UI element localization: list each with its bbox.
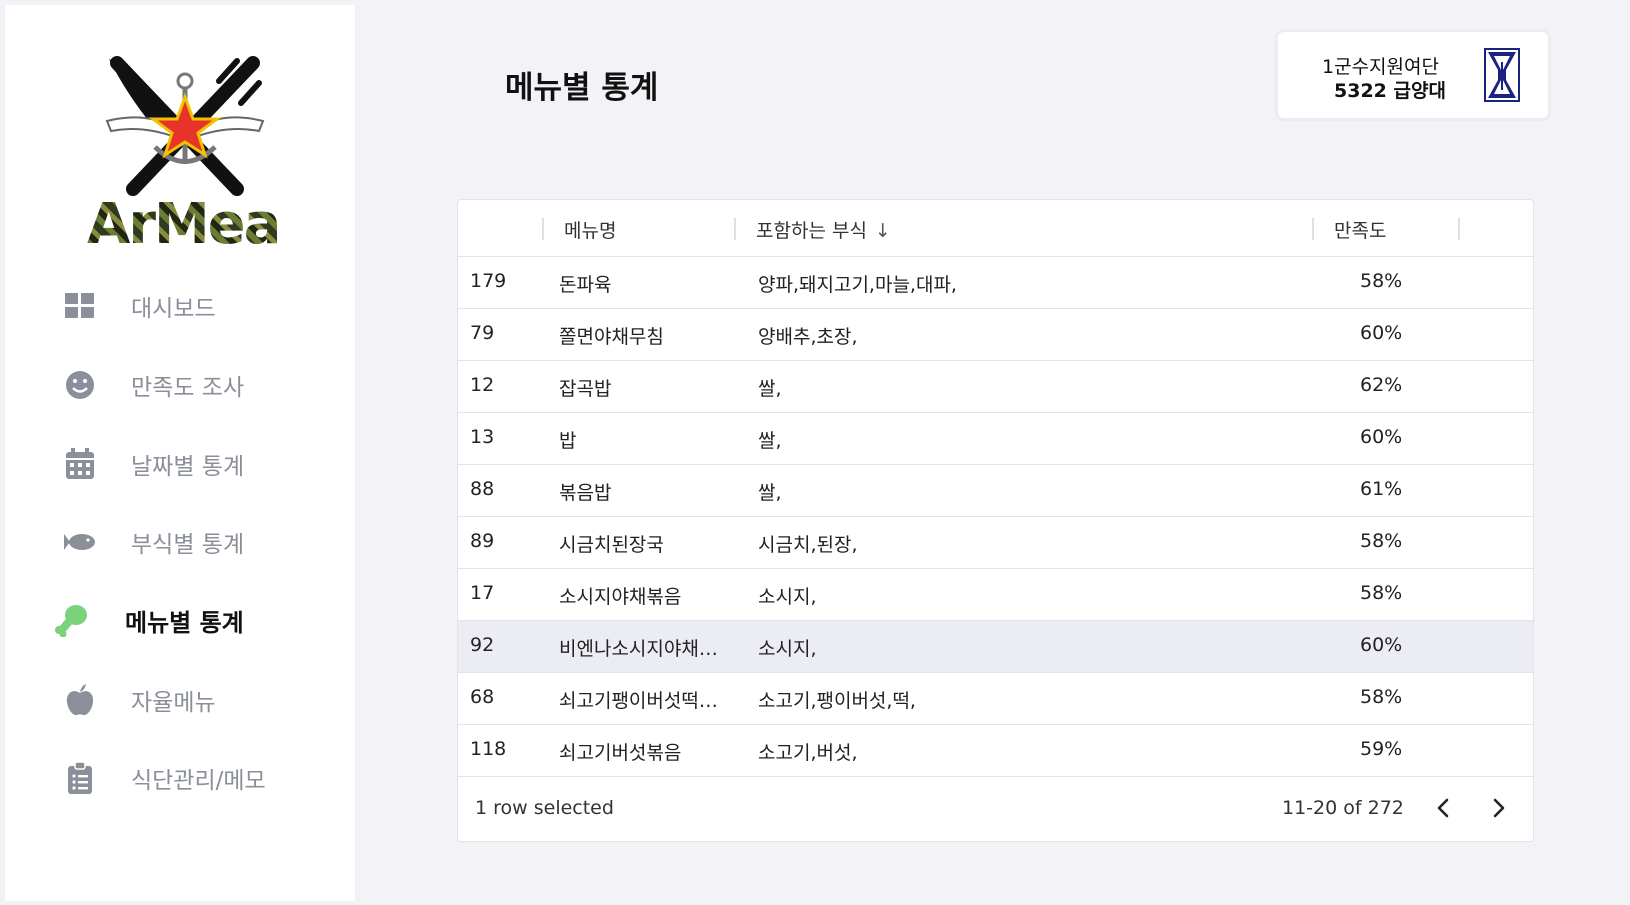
sidebar: ArMeal 대시보드 만족도 조사 날짜별 통계 부식별 통계 메뉴별 통계 — [5, 5, 355, 901]
sidebar-item-label: 식단관리/메모 — [131, 768, 266, 794]
sidebar-item-label: 메뉴별 통계 — [125, 608, 244, 637]
cell-menu-name: 시금치된장국 — [559, 534, 664, 556]
cell-satisfaction: 62% — [1360, 374, 1403, 396]
cell-menu-name: 쇠고기팽이버섯떡… — [559, 690, 718, 712]
cell-satisfaction: 60% — [1360, 426, 1403, 448]
fish-icon — [62, 524, 98, 560]
cell-ingredients: 소시지, — [758, 586, 817, 608]
cell-satisfaction: 58% — [1360, 530, 1403, 552]
table-footer: 1 row selected 11-20 of 272 — [458, 775, 1533, 841]
table-row[interactable]: 89 시금치된장국 시금치,된장, 58% — [458, 517, 1533, 569]
cell-menu-name: 쇠고기버섯볶음 — [559, 742, 682, 764]
cell-satisfaction: 61% — [1360, 478, 1403, 500]
apple-icon — [62, 682, 98, 718]
cell-menu-name: 쫄면야채무침 — [559, 326, 664, 348]
table-row[interactable]: 179 돈파육 양파,돼지고기,마늘,대파, 58% — [458, 257, 1533, 309]
cell-ingredients: 소고기,버섯, — [758, 742, 858, 764]
cell-ingredients: 쌀, — [758, 482, 782, 504]
sidebar-item-date-stats[interactable]: 날짜별 통계 — [5, 439, 355, 489]
cell-menu-name: 돈파육 — [559, 274, 612, 296]
arrow-down-icon[interactable]: ↓ — [875, 220, 891, 242]
selection-count: 1 row selected — [475, 797, 614, 819]
logo-text: ArMeal — [87, 192, 299, 257]
table-row[interactable]: 12 잡곡밥 쌀, 62% — [458, 361, 1533, 413]
sidebar-item-label: 만족도 조사 — [131, 375, 245, 401]
cell-id: 12 — [470, 374, 495, 396]
unit-name: 1군수지원여단 — [1322, 56, 1439, 78]
sidebar-item-free-menu[interactable]: 자율메뉴 — [5, 675, 355, 725]
cell-satisfaction: 60% — [1360, 322, 1403, 344]
chevron-left-icon — [1437, 798, 1449, 818]
drumstick-icon — [53, 602, 89, 638]
sidebar-item-label: 자율메뉴 — [131, 690, 216, 716]
cell-id: 89 — [470, 530, 495, 552]
column-header-label: 포함하는 부식 — [756, 220, 867, 242]
sidebar-item-dashboard[interactable]: 대시보드 — [5, 281, 355, 331]
next-page-button[interactable] — [1484, 793, 1514, 823]
sidebar-item-label: 부식별 통계 — [131, 532, 245, 558]
cell-menu-name: 밥 — [559, 430, 577, 452]
cell-satisfaction: 58% — [1360, 270, 1403, 292]
cell-id: 79 — [470, 322, 495, 344]
table-body: 179 돈파육 양파,돼지고기,마늘,대파, 58% 79 쫄면야채무침 양배추… — [458, 257, 1533, 777]
cell-menu-name: 소시지야채볶음 — [559, 586, 682, 608]
table-row[interactable]: 13 밥 쌀, 60% — [458, 413, 1533, 465]
column-separator[interactable] — [1458, 218, 1460, 240]
cell-menu-name: 비엔나소시지야채… — [559, 638, 718, 660]
chevron-right-icon — [1493, 798, 1505, 818]
column-header-menu-name[interactable]: 메뉴명 — [564, 216, 616, 243]
table-header: 메뉴명 포함하는 부식 ↓ 만족도 — [458, 200, 1533, 257]
unit-card: 1군수지원여단 5322 급양대 — [1278, 32, 1548, 118]
cell-id: 92 — [470, 634, 495, 656]
smile-icon — [62, 367, 98, 403]
sidebar-item-diet-memo[interactable]: 식단관리/메모 — [5, 753, 355, 803]
table-row-selected[interactable]: 92 비엔나소시지야채… 소시지, 60% — [458, 621, 1533, 673]
cell-ingredients: 쌀, — [758, 430, 782, 452]
column-separator[interactable] — [734, 218, 736, 240]
cell-ingredients: 양파,돼지고기,마늘,대파, — [758, 274, 957, 296]
grid-icon — [62, 288, 98, 324]
cell-menu-name: 볶음밥 — [559, 482, 612, 504]
cell-id: 88 — [470, 478, 495, 500]
cell-id: 68 — [470, 686, 495, 708]
sidebar-item-label: 날짜별 통계 — [131, 454, 245, 480]
cell-ingredients: 쌀, — [758, 378, 782, 400]
cell-ingredients: 소시지, — [758, 638, 817, 660]
menu-stats-table: 메뉴명 포함하는 부식 ↓ 만족도 179 돈파육 양파,돼지고기,마늘,대파, … — [457, 199, 1534, 842]
unit-subname: 5322 급양대 — [1334, 80, 1446, 102]
table-row[interactable]: 118 쇠고기버섯볶음 소고기,버섯, 59% — [458, 725, 1533, 777]
cell-satisfaction: 59% — [1360, 738, 1403, 760]
table-row[interactable]: 68 쇠고기팽이버섯떡… 소고기,팽이버섯,떡, 58% — [458, 673, 1533, 725]
unit-emblem-icon — [1484, 48, 1520, 102]
clipboard-icon — [62, 760, 98, 796]
cell-satisfaction: 60% — [1360, 634, 1403, 656]
cell-id: 118 — [470, 738, 507, 760]
pagination-info: 11-20 of 272 — [1282, 797, 1404, 819]
cell-id: 13 — [470, 426, 495, 448]
column-header-ingredients[interactable]: 포함하는 부식 ↓ — [756, 216, 891, 243]
cell-ingredients: 양배추,초장, — [758, 326, 858, 348]
logo-emblem-icon — [105, 56, 265, 196]
column-separator[interactable] — [1312, 218, 1314, 240]
calendar-icon — [62, 446, 98, 482]
column-header-satisfaction[interactable]: 만족도 — [1334, 216, 1386, 243]
cell-id: 17 — [470, 582, 495, 604]
sidebar-item-menu-stats[interactable]: 메뉴별 통계 — [5, 595, 355, 645]
cell-satisfaction: 58% — [1360, 686, 1403, 708]
column-separator[interactable] — [542, 218, 544, 240]
table-row[interactable]: 79 쫄면야채무침 양배추,초장, 60% — [458, 309, 1533, 361]
table-row[interactable]: 17 소시지야채볶음 소시지, 58% — [458, 569, 1533, 621]
cell-ingredients: 소고기,팽이버섯,떡, — [758, 690, 916, 712]
page-title: 메뉴별 통계 — [505, 70, 659, 106]
sidebar-item-ingredient-stats[interactable]: 부식별 통계 — [5, 517, 355, 567]
cell-satisfaction: 58% — [1360, 582, 1403, 604]
sidebar-item-label: 대시보드 — [131, 296, 216, 322]
prev-page-button[interactable] — [1428, 793, 1458, 823]
sidebar-item-survey[interactable]: 만족도 조사 — [5, 360, 355, 410]
cell-id: 179 — [470, 270, 507, 292]
cell-menu-name: 잡곡밥 — [559, 378, 612, 400]
table-row[interactable]: 88 볶음밥 쌀, 61% — [458, 465, 1533, 517]
armeal-logo[interactable]: ArMeal — [87, 51, 299, 261]
cell-ingredients: 시금치,된장, — [758, 534, 858, 556]
